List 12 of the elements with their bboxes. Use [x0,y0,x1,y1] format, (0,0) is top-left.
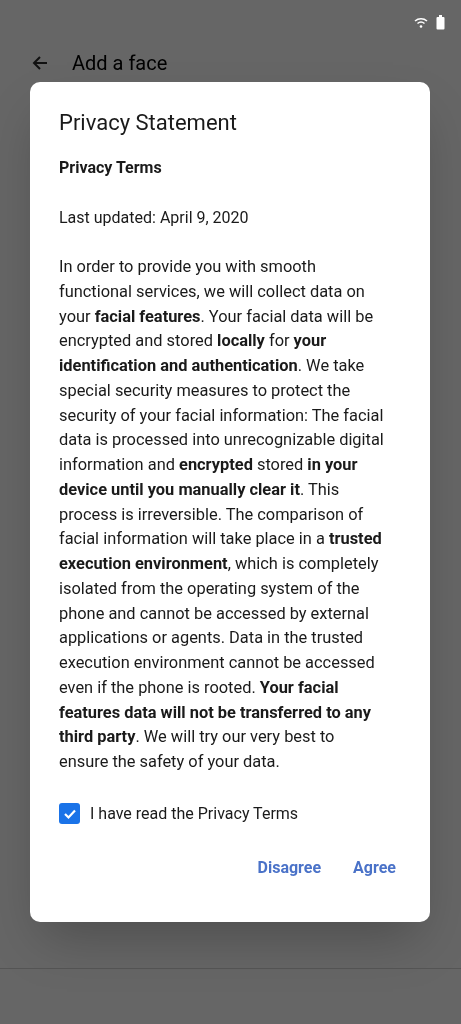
page-title: Add a face [72,50,168,76]
back-arrow-icon[interactable] [32,55,48,71]
consent-checkbox[interactable] [59,803,80,825]
disagree-button[interactable]: Disagree [253,851,326,884]
battery-icon [436,14,445,30]
wifi-icon [414,16,428,28]
privacy-paragraph: In order to provide you with smooth functional services, we will collect data on your facial features. Your facial data will be encrypted and stored locally for your identification and authentication. We take special security measures to protect the security of your facial information: The facial data is processed into unrecognizable digital information and encrypted stored in your device until you manually clear it. This process is irreversible. The comparison of facial information will take place in a trusted execution environment, which is completely isolated from the operating system of the phone and cannot be accessed by external applications or agents. Data in the trusted execution environment cannot be accessed even if the phone is rooted. Your facial features data will not be transferred to any third party. We will try our very best to ensure the safety of your data. [59,256,385,773]
section-heading: Privacy Terms [59,157,163,179]
last-updated-text: Last updated: April 9, 2020 [59,207,250,229]
dialog-title: Privacy Statement [59,109,238,137]
consent-label: I have read the Privacy Terms [90,802,299,825]
agree-button[interactable]: Agree [349,851,400,884]
